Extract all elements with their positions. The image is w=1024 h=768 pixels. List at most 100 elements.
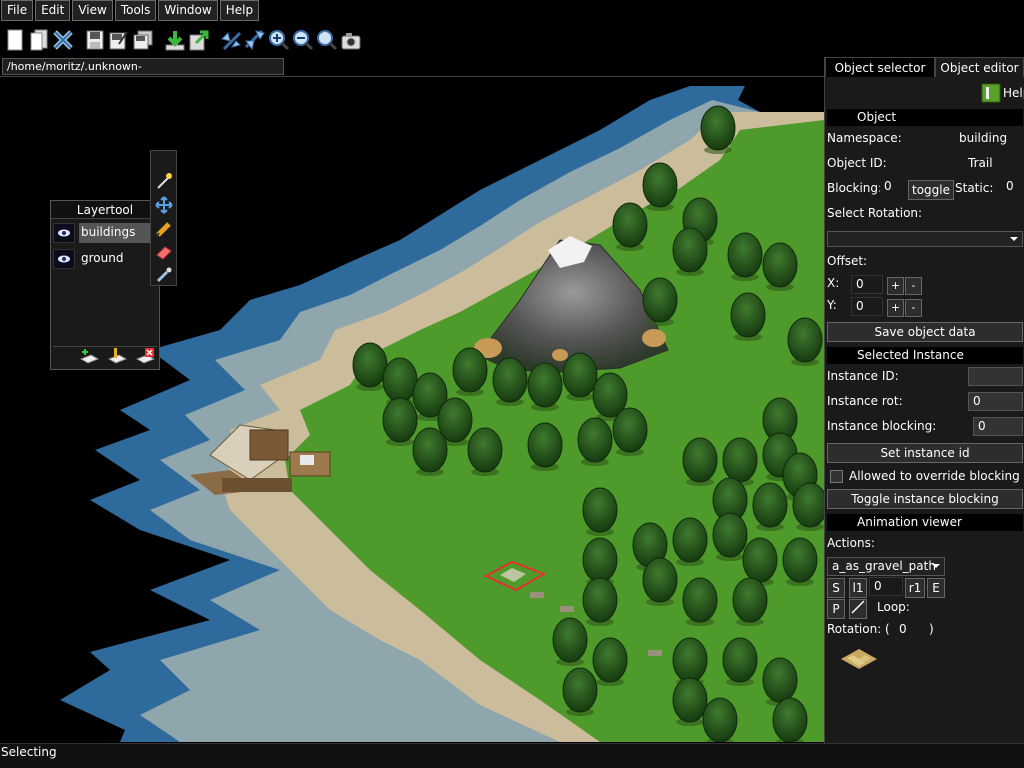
map-viewport[interactable]: Layertool buildings ground bbox=[0, 77, 824, 742]
toolbar bbox=[0, 25, 362, 55]
layer-name[interactable]: buildings bbox=[79, 223, 157, 243]
offset-y-label: Y: bbox=[827, 298, 837, 312]
move-tool-icon[interactable] bbox=[153, 195, 175, 215]
menu-window[interactable]: Window bbox=[158, 0, 218, 21]
screenshot-icon[interactable] bbox=[340, 27, 362, 53]
select-tool-icon[interactable] bbox=[153, 171, 175, 191]
zoom-out-icon[interactable] bbox=[292, 27, 314, 53]
anim-play-button[interactable]: P bbox=[827, 599, 845, 619]
offset-y-field[interactable]: 0 bbox=[851, 297, 883, 316]
pencil-tool-icon[interactable] bbox=[153, 219, 175, 239]
tab-object-selector[interactable]: Object selector bbox=[825, 57, 935, 77]
selected-instance-header: Selected Instance bbox=[827, 347, 1023, 364]
delete-layer-icon[interactable] bbox=[135, 347, 156, 368]
tree bbox=[722, 437, 758, 483]
namespace-label: Namespace: bbox=[827, 131, 902, 145]
open-file-icon[interactable] bbox=[28, 27, 50, 53]
export-icon[interactable] bbox=[188, 27, 210, 53]
save-object-data-button[interactable]: Save object data bbox=[827, 322, 1023, 342]
instance-blocking-field[interactable]: 0 bbox=[973, 417, 1023, 436]
add-layer-icon[interactable] bbox=[79, 347, 100, 368]
offset-y-minus-button[interactable]: - bbox=[905, 299, 922, 317]
tree bbox=[787, 317, 823, 363]
zoom-in-icon[interactable] bbox=[268, 27, 290, 53]
right-panel: Object selector Object editor Help Objec… bbox=[824, 57, 1024, 743]
new-file-icon[interactable] bbox=[4, 27, 26, 53]
object-section-header: Object bbox=[827, 109, 1023, 126]
offset-x-minus-button[interactable]: - bbox=[905, 277, 922, 295]
anim-left-button[interactable]: l1 bbox=[849, 578, 867, 598]
menu-edit[interactable]: Edit bbox=[35, 0, 71, 21]
save-all-icon[interactable] bbox=[132, 27, 154, 53]
set-instance-id-button[interactable]: Set instance id bbox=[827, 443, 1023, 463]
blocking-label: Blocking: bbox=[827, 181, 883, 195]
layer-row-ground[interactable]: ground bbox=[53, 248, 125, 270]
rotation-select-label: Select Rotation: bbox=[827, 206, 923, 220]
actions-dropdown-value: a_as_gravel_path bbox=[832, 559, 936, 573]
import-icon[interactable] bbox=[164, 27, 186, 53]
loop-toggle-button[interactable] bbox=[849, 599, 867, 619]
tree bbox=[722, 637, 758, 683]
static-field[interactable]: 0 bbox=[1002, 178, 1022, 197]
tree bbox=[672, 227, 708, 273]
tree bbox=[742, 537, 778, 583]
rotation-label: Rotation: ( bbox=[827, 622, 890, 636]
tree bbox=[772, 697, 808, 742]
instance-id-label: Instance ID: bbox=[827, 369, 899, 383]
offset-x-field[interactable]: 0 bbox=[851, 275, 883, 294]
tree bbox=[792, 482, 824, 528]
tree bbox=[562, 352, 598, 398]
anim-end-button[interactable]: E bbox=[927, 578, 945, 598]
edit-layer-icon[interactable] bbox=[107, 347, 128, 368]
offset-y-plus-button[interactable]: + bbox=[887, 299, 904, 317]
object-id-value: Trail bbox=[968, 156, 993, 170]
save-icon[interactable] bbox=[84, 27, 106, 53]
tab-object-editor[interactable]: Object editor bbox=[935, 57, 1024, 77]
eye-icon[interactable] bbox=[53, 249, 75, 269]
eraser-tool-icon[interactable] bbox=[153, 243, 175, 263]
help-button[interactable]: Help bbox=[981, 83, 1024, 103]
menu-file[interactable]: File bbox=[1, 0, 34, 21]
override-blocking-label: Allowed to override blocking bbox=[849, 469, 1020, 483]
instance-id-field[interactable] bbox=[968, 367, 1023, 386]
override-blocking-checkbox[interactable] bbox=[830, 470, 843, 483]
menu-view[interactable]: View bbox=[72, 0, 113, 21]
gravel-path-preview-icon bbox=[841, 649, 877, 669]
tree bbox=[682, 437, 718, 483]
tree bbox=[762, 657, 798, 703]
tree bbox=[412, 427, 448, 473]
menu-help[interactable]: Help bbox=[219, 0, 260, 21]
animation-preview bbox=[839, 647, 879, 674]
rotate-right-icon[interactable] bbox=[244, 27, 266, 53]
object-id-label: Object ID: bbox=[827, 156, 887, 170]
actions-dropdown[interactable]: a_as_gravel_path bbox=[827, 557, 945, 576]
tree bbox=[582, 487, 618, 533]
anim-start-button[interactable]: S bbox=[827, 578, 845, 598]
chevron-down-icon bbox=[1008, 233, 1020, 250]
layer-name[interactable]: ground bbox=[79, 249, 125, 269]
loop-label: Loop: bbox=[877, 600, 910, 614]
tree bbox=[700, 105, 736, 151]
layertool-title: Layertool bbox=[51, 201, 159, 219]
layer-row-buildings[interactable]: buildings bbox=[53, 222, 157, 244]
tree bbox=[782, 537, 818, 583]
anim-right-button[interactable]: r1 bbox=[905, 578, 925, 598]
toggle-instance-blocking-button[interactable]: Toggle instance blocking bbox=[827, 489, 1023, 509]
offset-x-plus-button[interactable]: + bbox=[887, 277, 904, 295]
tree bbox=[682, 577, 718, 623]
anim-frame-field[interactable]: 0 bbox=[869, 577, 903, 596]
rotation-value: 0 bbox=[899, 622, 907, 636]
close-file-icon[interactable] bbox=[52, 27, 74, 53]
tree bbox=[562, 667, 598, 713]
eyedropper-tool-icon[interactable] bbox=[153, 265, 175, 285]
zoom-reset-icon[interactable] bbox=[316, 27, 338, 53]
toggle-button[interactable]: toggle bbox=[908, 180, 954, 200]
blocking-field[interactable]: 0 bbox=[880, 178, 906, 197]
rotate-left-icon[interactable] bbox=[220, 27, 242, 53]
loop-icon bbox=[851, 600, 865, 614]
save-as-icon[interactable] bbox=[108, 27, 130, 53]
menu-tools[interactable]: Tools bbox=[114, 0, 157, 21]
eye-icon[interactable] bbox=[53, 223, 75, 243]
rotation-dropdown[interactable] bbox=[827, 231, 1023, 247]
instance-rot-field[interactable]: 0 bbox=[968, 392, 1023, 411]
